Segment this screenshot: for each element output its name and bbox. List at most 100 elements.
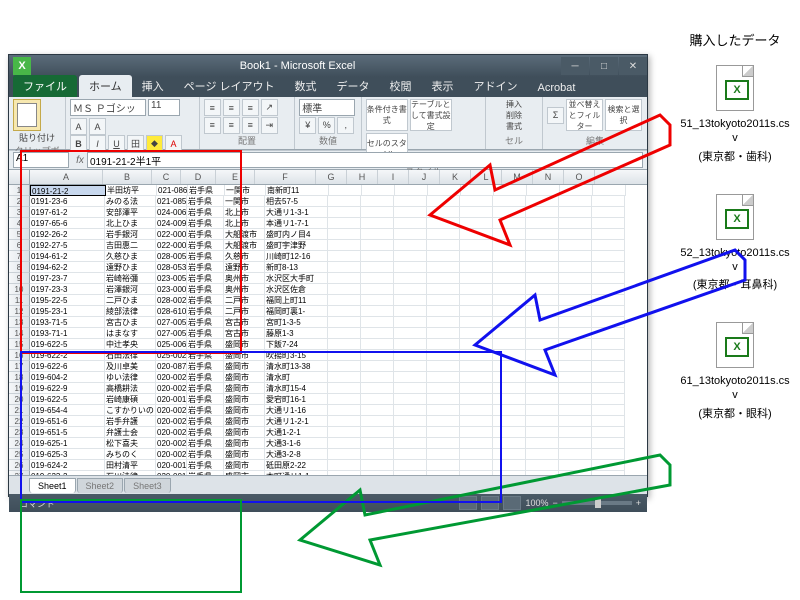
insert-button[interactable]: 挿入 bbox=[506, 99, 522, 110]
tab-file[interactable]: ファイル bbox=[13, 75, 77, 97]
cell[interactable] bbox=[362, 185, 395, 196]
cell[interactable] bbox=[526, 328, 559, 339]
cell[interactable] bbox=[460, 196, 493, 207]
cell[interactable] bbox=[559, 295, 592, 306]
cell[interactable] bbox=[493, 317, 526, 328]
cell[interactable]: 盛町宇津野 bbox=[265, 240, 328, 251]
cell[interactable]: 水沢区大手町 bbox=[265, 273, 328, 284]
cell[interactable] bbox=[493, 262, 526, 273]
cell[interactable] bbox=[559, 251, 592, 262]
cell[interactable] bbox=[592, 416, 625, 427]
cell[interactable] bbox=[493, 229, 526, 240]
cell[interactable] bbox=[559, 229, 592, 240]
format-button[interactable]: 書式 bbox=[506, 121, 522, 132]
cell[interactable] bbox=[394, 251, 427, 262]
cell[interactable]: 川崎町12-16 bbox=[265, 251, 328, 262]
table-format-button[interactable]: テーブルとして書式設定 bbox=[410, 99, 452, 131]
cell[interactable] bbox=[592, 295, 625, 306]
cell[interactable] bbox=[592, 273, 625, 284]
cell[interactable] bbox=[460, 284, 493, 295]
cell[interactable] bbox=[527, 185, 560, 196]
cell[interactable] bbox=[559, 471, 592, 475]
file-item[interactable]: X61_13tokyoto2011s.csv(東京都・眼科) bbox=[680, 322, 790, 421]
cell[interactable] bbox=[427, 317, 460, 328]
cell[interactable] bbox=[394, 218, 427, 229]
cell[interactable] bbox=[394, 306, 427, 317]
cell[interactable] bbox=[592, 317, 625, 328]
cell[interactable] bbox=[526, 372, 559, 383]
cell[interactable]: 南新町11 bbox=[266, 185, 329, 196]
cell[interactable] bbox=[460, 207, 493, 218]
cell[interactable] bbox=[427, 284, 460, 295]
align-mid-button[interactable]: ≡ bbox=[223, 99, 240, 116]
cell[interactable] bbox=[559, 273, 592, 284]
cell[interactable] bbox=[592, 262, 625, 273]
cell[interactable] bbox=[592, 251, 625, 262]
align-center-button[interactable]: ≡ bbox=[223, 117, 240, 134]
font-size-select[interactable]: 11 bbox=[148, 99, 180, 116]
cell[interactable] bbox=[394, 284, 427, 295]
cell[interactable] bbox=[395, 185, 428, 196]
cell[interactable] bbox=[461, 185, 494, 196]
cell[interactable] bbox=[559, 427, 592, 438]
align-right-button[interactable]: ≡ bbox=[242, 117, 259, 134]
cell[interactable] bbox=[328, 251, 361, 262]
cell[interactable] bbox=[592, 372, 625, 383]
cell[interactable] bbox=[526, 295, 559, 306]
tab-data[interactable]: データ bbox=[327, 75, 380, 97]
font-name-select[interactable]: ＭＳ Ｐゴシック bbox=[70, 99, 146, 116]
cell[interactable] bbox=[592, 240, 625, 251]
cell[interactable] bbox=[460, 218, 493, 229]
cell[interactable] bbox=[493, 196, 526, 207]
tab-addin[interactable]: アドイン bbox=[464, 75, 528, 97]
find-button[interactable]: 検索と選択 bbox=[605, 99, 642, 131]
cell[interactable] bbox=[526, 306, 559, 317]
file-item[interactable]: X52_13tokyoto2011s.csv(東京都・耳鼻科) bbox=[680, 194, 790, 293]
cell[interactable]: 福岡上町11 bbox=[265, 295, 328, 306]
align-left-button[interactable]: ≡ bbox=[204, 117, 221, 134]
cell[interactable] bbox=[526, 438, 559, 449]
cell[interactable] bbox=[328, 218, 361, 229]
cell[interactable] bbox=[329, 185, 362, 196]
cell[interactable] bbox=[592, 460, 625, 471]
cell[interactable] bbox=[394, 273, 427, 284]
cell[interactable] bbox=[460, 262, 493, 273]
cell[interactable] bbox=[493, 284, 526, 295]
cell[interactable] bbox=[460, 251, 493, 262]
cell[interactable] bbox=[559, 284, 592, 295]
cell[interactable] bbox=[592, 449, 625, 460]
cell[interactable] bbox=[361, 262, 394, 273]
col-header[interactable]: H bbox=[347, 170, 378, 184]
cell[interactable] bbox=[592, 427, 625, 438]
cell[interactable] bbox=[394, 317, 427, 328]
cell[interactable] bbox=[427, 328, 460, 339]
cell[interactable] bbox=[493, 240, 526, 251]
cell[interactable] bbox=[394, 240, 427, 251]
cell[interactable] bbox=[328, 306, 361, 317]
cell[interactable] bbox=[428, 185, 461, 196]
cell[interactable] bbox=[328, 295, 361, 306]
cell[interactable] bbox=[592, 394, 625, 405]
maximize-button[interactable]: □ bbox=[590, 57, 618, 75]
cell[interactable]: 新町8-13 bbox=[265, 262, 328, 273]
cell[interactable] bbox=[592, 361, 625, 372]
cell[interactable] bbox=[493, 251, 526, 262]
cell[interactable] bbox=[526, 471, 559, 475]
cell[interactable] bbox=[560, 185, 593, 196]
cell[interactable] bbox=[427, 218, 460, 229]
cell[interactable] bbox=[592, 339, 625, 350]
cell[interactable]: 盛町内ノ目4 bbox=[265, 229, 328, 240]
col-header[interactable]: N bbox=[533, 170, 564, 184]
cell[interactable] bbox=[559, 438, 592, 449]
cell[interactable]: 藤原1-3 bbox=[265, 328, 328, 339]
cell[interactable] bbox=[559, 328, 592, 339]
cell[interactable] bbox=[427, 273, 460, 284]
cell[interactable] bbox=[427, 229, 460, 240]
cell[interactable] bbox=[559, 262, 592, 273]
cell[interactable] bbox=[394, 207, 427, 218]
cell[interactable] bbox=[328, 273, 361, 284]
cell[interactable] bbox=[526, 460, 559, 471]
cell[interactable] bbox=[559, 306, 592, 317]
cell[interactable] bbox=[592, 328, 625, 339]
cell[interactable] bbox=[361, 295, 394, 306]
